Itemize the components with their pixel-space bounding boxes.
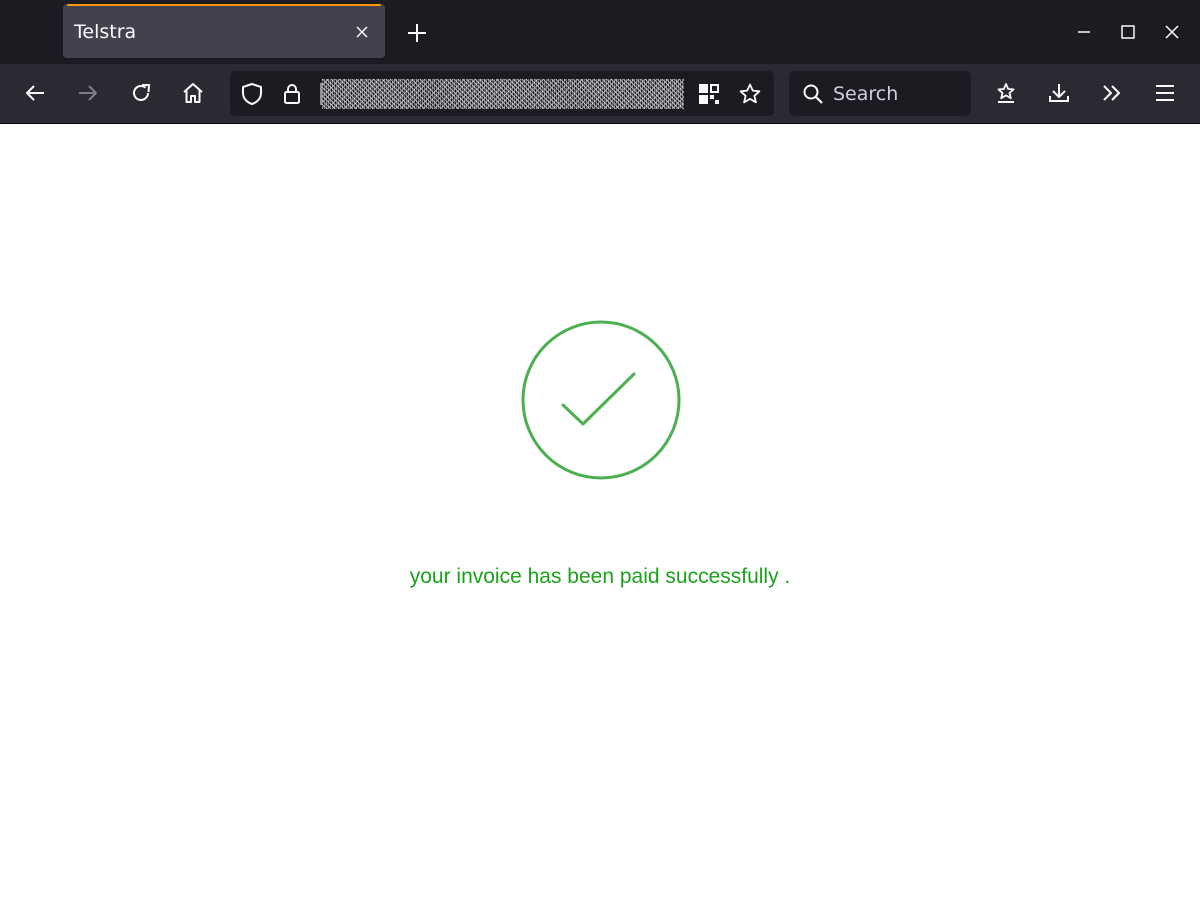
star-icon (739, 83, 761, 104)
new-tab-button[interactable] (404, 20, 430, 46)
shield-icon (242, 83, 262, 105)
site-security-button[interactable] (279, 81, 305, 107)
chevron-double-right-icon (1103, 85, 1120, 101)
page-content: your invoice has been paid successfully … (0, 125, 1200, 903)
tab-close-button[interactable] (351, 21, 373, 43)
qr-code-icon (699, 84, 719, 104)
qr-code-button[interactable] (696, 81, 722, 107)
redacted-url[interactable] (322, 79, 684, 109)
search-icon (801, 82, 825, 106)
url-bar[interactable] (230, 71, 774, 116)
reload-icon (133, 84, 150, 101)
active-tab[interactable]: Telstra (63, 4, 385, 58)
menu-button[interactable] (1150, 78, 1180, 108)
pocket-button[interactable] (991, 78, 1021, 108)
home-icon (183, 83, 203, 103)
navigation-toolbar (0, 64, 1200, 124)
tab-accent-line (67, 4, 381, 6)
arrow-right-icon (79, 85, 97, 101)
arrow-left-icon (26, 85, 44, 101)
maximize-button[interactable] (1116, 20, 1140, 44)
reload-button[interactable] (126, 78, 156, 108)
bookmark-button[interactable] (737, 81, 763, 107)
hamburger-menu-icon (1156, 85, 1174, 101)
search-bar[interactable] (789, 71, 971, 116)
download-icon (1049, 84, 1069, 102)
home-button[interactable] (178, 78, 208, 108)
back-button[interactable] (20, 78, 50, 108)
maximize-icon (1121, 25, 1135, 39)
tab-title: Telstra (74, 21, 137, 43)
search-input[interactable] (833, 79, 961, 109)
downloads-button[interactable] (1044, 78, 1074, 108)
forward-button[interactable] (73, 78, 103, 108)
payment-success-message: your invoice has been paid successfully … (409, 565, 791, 588)
minimize-icon (1078, 31, 1090, 33)
overflow-button[interactable] (1097, 78, 1127, 108)
close-icon (356, 26, 368, 38)
close-icon (1165, 25, 1179, 39)
lock-icon (284, 84, 300, 104)
title-bar: Telstra (0, 0, 1200, 64)
pocket-icon (997, 83, 1015, 103)
success-checkmark-icon (521, 320, 681, 480)
plus-icon (408, 24, 426, 42)
tracking-protection-button[interactable] (239, 81, 265, 107)
window-close-button[interactable] (1160, 20, 1184, 44)
minimize-button[interactable] (1072, 20, 1096, 44)
